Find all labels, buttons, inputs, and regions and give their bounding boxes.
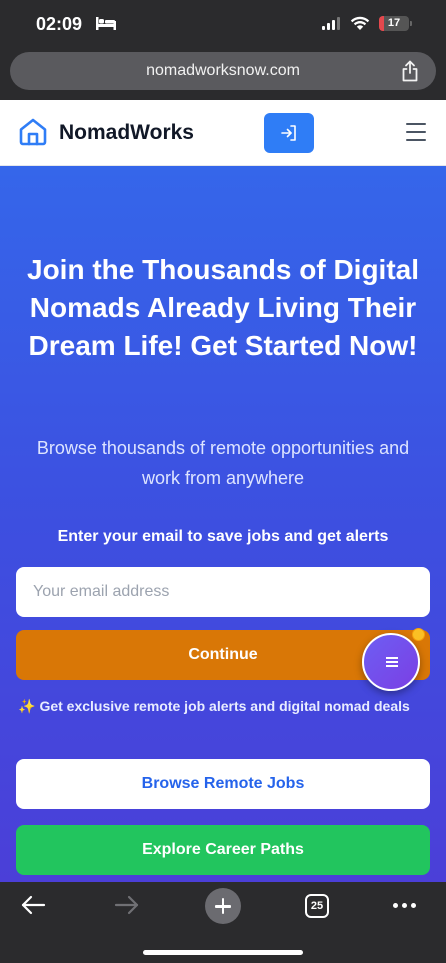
- email-label: Enter your email to save jobs and get al…: [57, 528, 389, 545]
- site-header: NomadWorks: [0, 100, 446, 166]
- hero-section: Join the Thousands of Digital Nomads Alr…: [0, 166, 446, 882]
- more-icon[interactable]: [393, 903, 417, 909]
- battery-percent: 17: [387, 17, 401, 29]
- battery-cap: [410, 21, 412, 26]
- forward-arrow-icon[interactable]: [114, 894, 140, 916]
- chat-menu-icon: [386, 657, 398, 667]
- brand-name[interactable]: NomadWorks: [59, 121, 194, 145]
- hamburger-menu-icon[interactable]: [406, 123, 426, 141]
- sparkles-icon: ✨: [18, 698, 36, 714]
- login-button[interactable]: [264, 113, 314, 153]
- hero-subtitle: Browse thousands of remote opportunities…: [36, 438, 410, 488]
- notification-dot: [412, 628, 425, 641]
- chat-menu-button[interactable]: [362, 633, 420, 691]
- address-bar[interactable]: nomadworksnow.com: [10, 52, 436, 90]
- battery-icon: 17: [379, 16, 409, 31]
- explore-career-paths-button[interactable]: Explore Career Paths: [16, 825, 430, 875]
- share-icon[interactable]: [400, 60, 420, 82]
- browse-remote-jobs-button[interactable]: Browse Remote Jobs: [16, 759, 430, 809]
- signal-icon: [322, 17, 340, 30]
- bed-icon: [96, 17, 116, 30]
- home-logo-icon[interactable]: [18, 117, 48, 147]
- login-icon: [281, 125, 296, 141]
- hero-title: Join the Thousands of Digital Nomads Alr…: [27, 254, 419, 361]
- back-arrow-icon[interactable]: [20, 894, 46, 916]
- new-tab-plus-icon[interactable]: [205, 888, 241, 924]
- alert-note-text: Get exclusive remote job alerts and digi…: [39, 698, 410, 714]
- url-text[interactable]: nomadworksnow.com: [10, 62, 436, 80]
- alert-note: ✨ Get exclusive remote job alerts and dig…: [18, 698, 438, 715]
- home-indicator[interactable]: [143, 950, 303, 955]
- wifi-icon: [350, 16, 370, 30]
- status-time: 02:09: [36, 14, 83, 34]
- status-bar: 02:09 17: [0, 0, 446, 46]
- tabs-icon[interactable]: 25: [305, 894, 329, 918]
- email-input[interactable]: [16, 567, 430, 617]
